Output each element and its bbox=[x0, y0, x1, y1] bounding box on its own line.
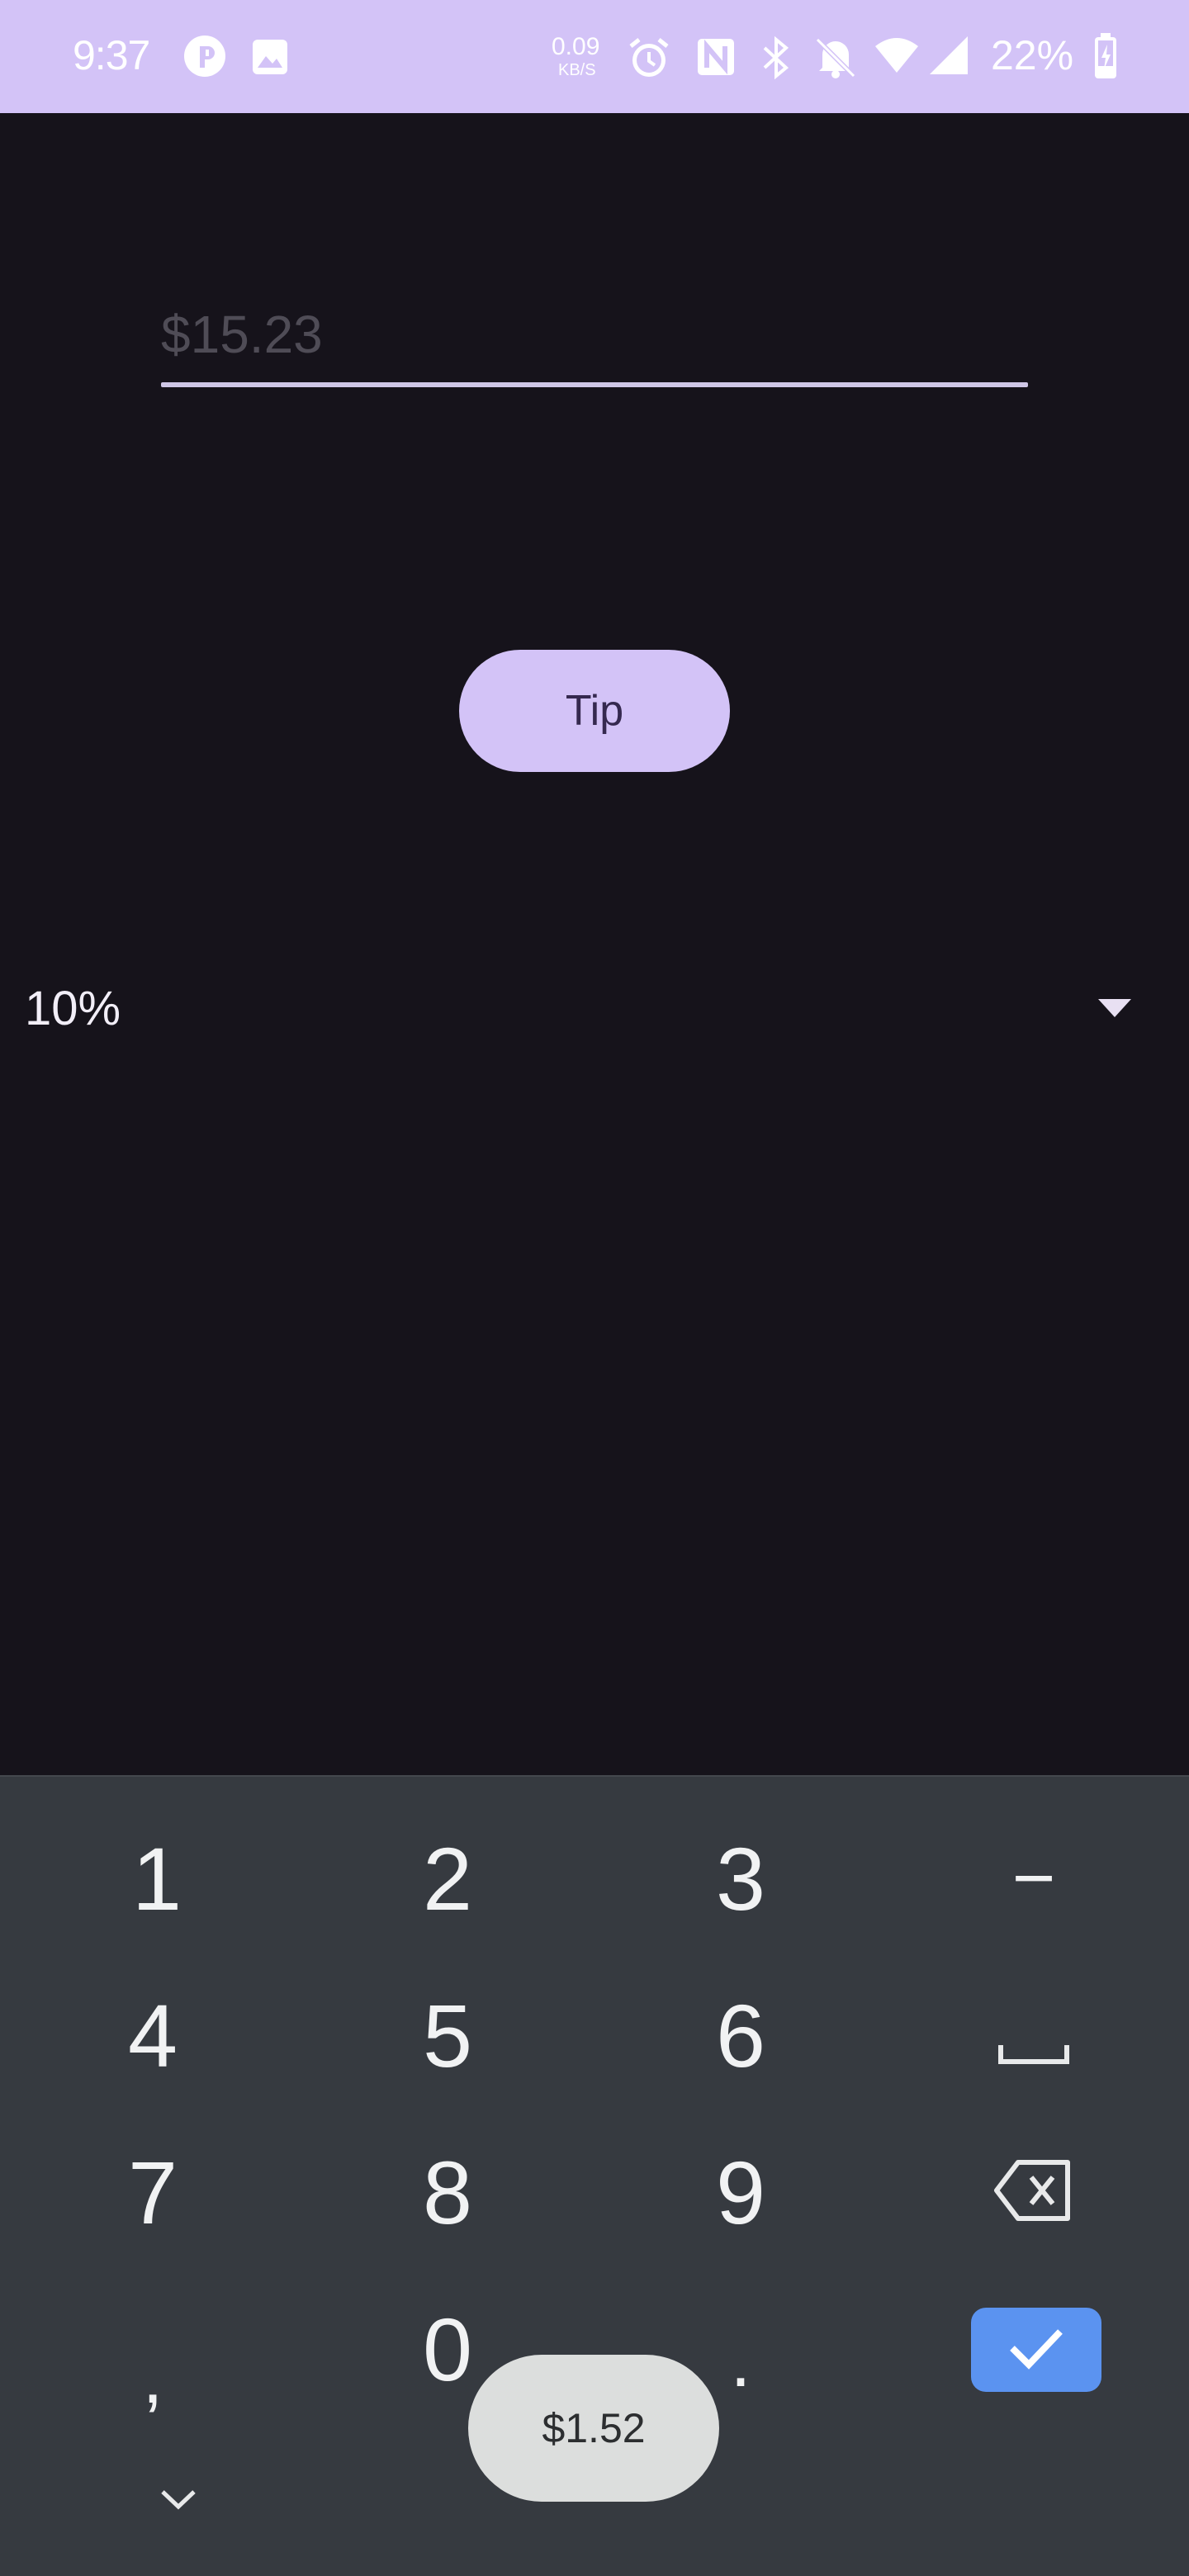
facebook-icon bbox=[183, 35, 226, 82]
checkmark-icon bbox=[1007, 2325, 1065, 2375]
key-8[interactable]: 8 bbox=[365, 2130, 530, 2254]
alarm-icon bbox=[626, 35, 672, 85]
key-6[interactable]: 6 bbox=[658, 1973, 823, 2097]
key-3[interactable]: 3 bbox=[658, 1816, 823, 1940]
status-time: 9:37 bbox=[73, 32, 150, 78]
space-icon bbox=[997, 1984, 1070, 2087]
suggestion-chip[interactable]: $1.52 bbox=[468, 2355, 719, 2502]
bill-amount-field[interactable] bbox=[161, 289, 1028, 388]
tip-percent-value: 10% bbox=[25, 982, 121, 1035]
dropdown-arrow-icon bbox=[1098, 999, 1131, 1017]
bluetooth-icon bbox=[760, 35, 793, 85]
backspace-key[interactable] bbox=[951, 2130, 1116, 2254]
net-speed-unit: KB/S bbox=[558, 61, 596, 79]
key-1[interactable]: 1 bbox=[74, 1816, 239, 1940]
bill-amount-input[interactable] bbox=[161, 297, 1028, 372]
signal-icon bbox=[928, 35, 969, 80]
mute-icon bbox=[814, 35, 857, 85]
key-4[interactable]: 4 bbox=[70, 1973, 235, 2097]
battery-percent: 22% bbox=[991, 32, 1074, 78]
net-speed-value: 0.09 bbox=[552, 33, 600, 60]
key-2[interactable]: 2 bbox=[365, 1816, 530, 1940]
nfc-icon bbox=[695, 36, 737, 82]
wifi-icon bbox=[874, 36, 920, 78]
tip-percent-spinner[interactable]: 10% bbox=[0, 966, 1189, 1049]
key-5[interactable]: 5 bbox=[365, 1973, 530, 2097]
key-comma[interactable]: , bbox=[70, 2304, 235, 2427]
status-bar: 9:37 0.09 KB/S 22% bbox=[0, 0, 1189, 113]
done-key[interactable] bbox=[971, 2308, 1101, 2392]
key-7[interactable]: 7 bbox=[70, 2130, 235, 2254]
backspace-icon bbox=[993, 2141, 1074, 2244]
collapse-keyboard-button[interactable] bbox=[154, 2485, 203, 2518]
battery-charging-icon bbox=[1093, 33, 1118, 83]
tip-button[interactable]: Tip bbox=[459, 650, 730, 772]
chevron-down-icon bbox=[159, 2488, 197, 2516]
key-9[interactable]: 9 bbox=[658, 2130, 823, 2254]
gallery-icon bbox=[251, 38, 289, 80]
bill-amount-underline bbox=[161, 382, 1028, 387]
key-minus[interactable]: − bbox=[951, 1816, 1116, 1940]
space-key[interactable] bbox=[951, 1973, 1116, 2097]
